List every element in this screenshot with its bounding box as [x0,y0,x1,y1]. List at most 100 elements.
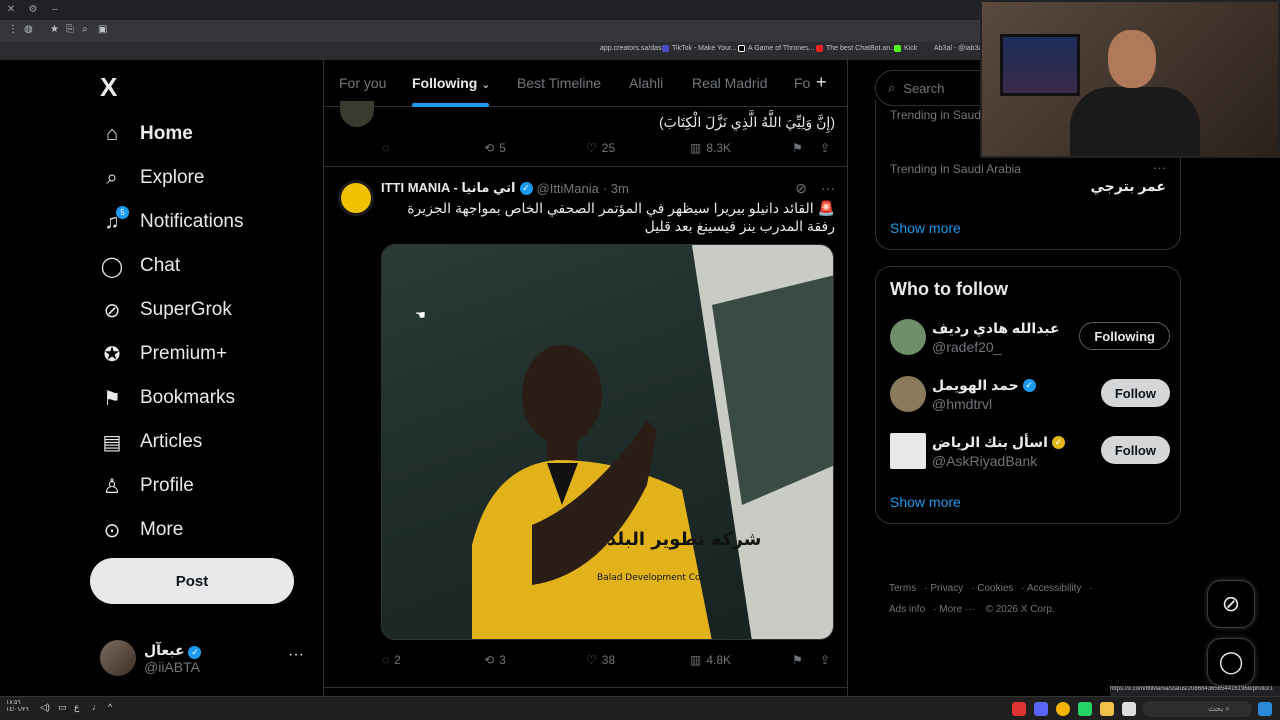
search-icon: ⌕ [106,166,118,189]
whatsapp-icon[interactable] [1078,702,1092,716]
tweet[interactable]: (إِنَّ وَلِيِّيَ اللَّهُ الَّذِي نَزَّلَ… [324,101,847,167]
bookmark-icon[interactable]: ⚑ [792,141,803,155]
chrome-icon[interactable] [1056,702,1070,716]
discord-icon[interactable] [1034,702,1048,716]
trend-item[interactable]: عمر بترجي [1091,178,1166,195]
tab-real-madrid[interactable]: Real Madrid [692,75,767,91]
tweet[interactable]: ITTI MANIA - اتي مانيا ✓ @IttiMania · 3m… [324,168,847,688]
bookmark-item[interactable]: The best ChatBot an... [816,45,896,52]
more-dots-icon[interactable]: ··· [821,180,835,197]
tab-best-timeline[interactable]: Best Timeline [517,75,601,91]
tweet-actions: ◌ 2 ⟲ 3 ♡ 38 ▥ 4.8K ⚑ ⇪ [382,653,832,671]
share-icon[interactable]: ⎘ [66,24,74,35]
footer-accessibility-link[interactable]: Accessibility [1027,583,1081,594]
account-handle: @iiABTA [144,658,200,675]
nav-bookmarks[interactable]: ⚑ Bookmarks [100,382,235,414]
who-to-follow-show-more-link[interactable]: Show more [890,494,961,510]
footer-terms-link[interactable]: Terms [889,583,916,594]
nav-explore[interactable]: ⌕ Explore [100,162,204,194]
bookmark-item[interactable]: app.creators.sa/das... [600,45,667,52]
language-icon[interactable]: ع [74,702,79,713]
author-name[interactable]: ITTI MANIA - اتي مانيا [381,180,516,196]
reply-button[interactable]: ◌ 2 [382,653,401,667]
like-button[interactable]: ♡ 38 [586,653,615,667]
nav-more[interactable]: ⊙ More [100,514,184,546]
nav-premium[interactable]: ✪ Premium+ [100,338,228,370]
tweet-time[interactable]: · 3m [603,181,629,196]
share-icon[interactable]: ⇪ [820,141,830,155]
chat-icon: ◯ [1218,649,1244,674]
messages-fab-button[interactable]: ◯ [1207,638,1255,686]
footer-ads-link[interactable]: Ads info [889,604,925,615]
follow-button[interactable]: Follow [1100,379,1170,407]
volume-icon[interactable]: ◁) [40,702,50,713]
bookmark-item[interactable]: Kick [894,45,917,52]
search-icon[interactable]: ⌕ [82,24,88,35]
tab-overflow[interactable]: Fo [794,75,810,91]
like-button[interactable]: ♡ 25 [586,141,615,155]
bookmark-item[interactable]: TikTok - Make Your... [662,45,737,52]
footer-more-link[interactable]: More ··· [939,604,975,615]
taskbar-search-input[interactable]: بحث ⌕ [1142,701,1252,717]
chat-icon: ◯ [100,255,124,278]
bookmark-item[interactable]: A Game of Thrones... [738,45,814,52]
tab-following[interactable]: Following ⌄ [412,75,490,91]
folder-icon[interactable] [1100,702,1114,716]
tab-for-you[interactable]: For you [339,75,386,91]
more-dots-icon[interactable]: ··· [288,646,304,664]
x-logo-icon[interactable]: X [100,72,117,103]
grok-icon[interactable]: ⊘ [795,180,807,197]
following-button[interactable]: Following [1079,322,1170,350]
bookmark-item[interactable]: Ab3al - @iab3al [934,45,984,52]
close-window-icon[interactable]: ✕ [4,3,18,17]
share-icon[interactable]: ⇪ [820,653,830,667]
extensions-icon[interactable]: ▣ [98,24,107,35]
author-handle[interactable]: @IttiMania [537,181,599,196]
follow-button[interactable]: Follow [1100,436,1170,464]
post-button[interactable]: Post [90,558,294,604]
follow-suggestion[interactable]: عبدالله هادي رديف @radef20_ Following [890,319,1170,359]
grok-fab-button[interactable]: ⊘ [1207,580,1255,628]
repost-button[interactable]: ⟲ 3 [484,653,506,667]
tab-alahli[interactable]: Alahli [629,75,663,91]
tweet-photo[interactable]: شركة تطوير البلد Balad Development Co. [381,244,834,640]
nav-supergrok[interactable]: ⊘ SuperGrok [100,294,232,326]
site-icon: ◍ [24,24,33,35]
store-icon[interactable] [1122,702,1136,716]
taskbar-clock[interactable]: ١٨:٥٦ ١٤/٠١/٢٦ [6,700,29,714]
star-icon[interactable]: ★ [50,24,59,35]
nav-articles[interactable]: ▤ Articles [100,426,203,458]
nav-profile[interactable]: ♙ Profile [100,470,194,502]
network-icon[interactable]: ▭ [58,702,67,713]
windows-start-icon[interactable] [1258,702,1272,716]
follow-suggestion[interactable]: حمد الهويمل ✓ @hmdtrvl Follow [890,376,1170,416]
avatar [100,640,136,676]
reply-button[interactable]: ◌ [382,141,394,155]
restore-window-icon[interactable]: ⚙ [26,3,40,17]
menu-dots-icon[interactable]: ⋮ [8,24,18,35]
repost-button[interactable]: ⟲ 5 [484,141,506,155]
account-switcher[interactable]: عبعآل ✓ @iiABTA ··· [100,638,310,678]
footer-cookies-link[interactable]: Cookies [977,583,1013,594]
bookmark-icon[interactable]: ⚑ [792,653,803,667]
views-button[interactable]: ▥ 4.8K [690,653,731,667]
nav-home[interactable]: ⌂ Home [100,118,193,150]
chevron-down-icon: ⌄ [481,79,491,91]
footer-privacy-link[interactable]: Privacy [930,583,963,594]
more-dots-icon[interactable]: ··· [1153,160,1166,175]
more-circle-icon: ⊙ [103,519,121,542]
add-tab-icon[interactable]: + [816,72,827,93]
nav-notifications[interactable]: ♫ 5 Notifications [100,206,244,238]
views-button[interactable]: ▥ 8.3K [690,141,731,155]
nav-chat[interactable]: ◯ Chat [100,250,180,282]
follow-suggestion[interactable]: اسأل بنك الرياض ✓ @AskRiyadBank Follow [890,433,1170,473]
trends-show-more-link[interactable]: Show more [890,220,961,236]
minimize-window-icon[interactable]: – [48,3,62,17]
mic-icon[interactable]: ♩ [92,702,101,712]
heart-icon: ♡ [586,653,597,667]
verified-icon: ✓ [519,181,533,195]
tray-chevron-icon[interactable]: ^ [108,702,112,712]
app-icon[interactable] [1012,702,1026,716]
avatar[interactable] [338,180,374,216]
who-to-follow-panel: Who to follow عبدالله هادي رديف @radef20… [875,266,1181,524]
